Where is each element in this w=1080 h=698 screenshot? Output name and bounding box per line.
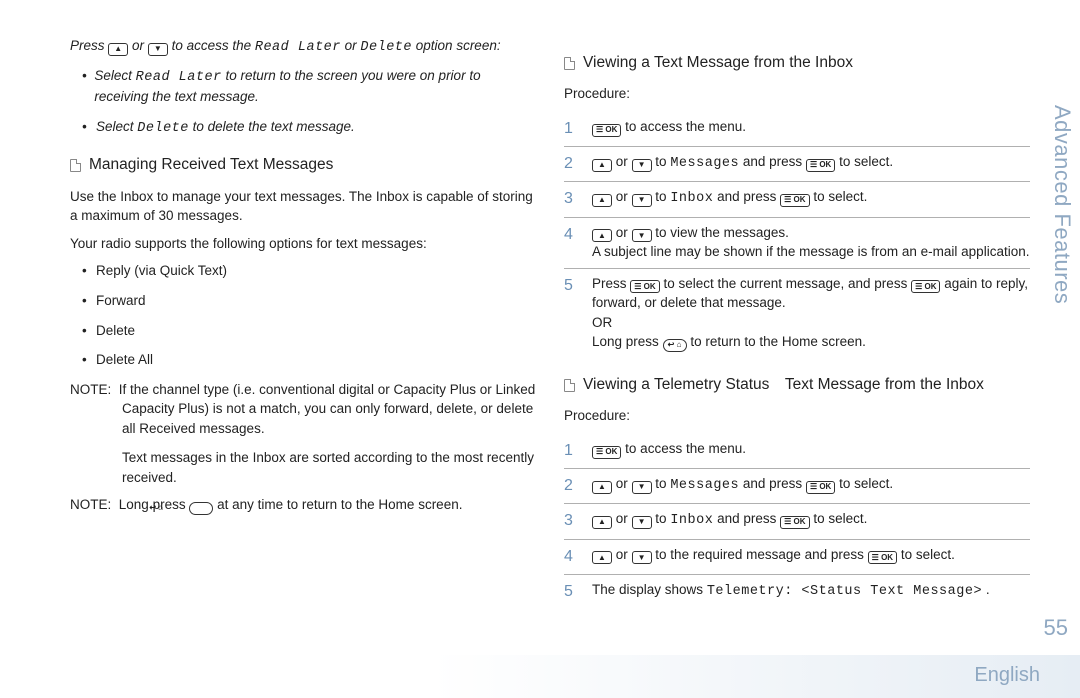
page-body: Press ▲ or ▼ to access the Read Later or… [0, 0, 1080, 640]
language-strip: English [0, 655, 1080, 698]
down-key-icon: ▼ [632, 194, 652, 207]
down-key-icon: ▼ [632, 481, 652, 494]
step-number: 5 [564, 580, 582, 603]
up-key-icon: ▲ [592, 481, 612, 494]
up-key-icon: ▲ [108, 43, 128, 56]
ok-key-icon: ☰ OK [806, 481, 835, 494]
step-row: 5 Press ☰ OK to select the current messa… [564, 269, 1030, 358]
up-key-icon: ▲ [592, 229, 612, 242]
down-key-icon: ▼ [148, 43, 168, 56]
opt-reply: •Reply (via Quick Text) [70, 261, 536, 281]
ok-key-icon: ☰ OK [806, 159, 835, 172]
home-key-icon: ↩ ⌂ [189, 502, 213, 515]
ok-key-icon: ☰ OK [868, 551, 897, 564]
up-key-icon: ▲ [592, 551, 612, 564]
chapter-tab: Advanced Features [1044, 80, 1080, 330]
options-intro: Your radio supports the following option… [70, 234, 536, 254]
step-row: 2 ▲ or ▼ to Messages and press ☰ OK to s… [564, 147, 1030, 182]
step-row: 3 ▲ or ▼ to Inbox and press ☰ OK to sele… [564, 182, 1030, 217]
press-instruction: Press ▲ or ▼ to access the Read Later or… [70, 36, 536, 58]
step-number: 4 [564, 545, 582, 568]
right-column: Viewing a Text Message from the Inbox Pr… [564, 36, 1030, 620]
step-number: 4 [564, 223, 582, 246]
step-row: 5 The display shows Telemetry: <Status T… [564, 575, 1030, 609]
step-number: 1 [564, 117, 582, 140]
bullet-delete: • Select Delete to delete the text messa… [70, 117, 536, 139]
note-1: NOTE: If the channel type (i.e. conventi… [70, 380, 536, 439]
step-number: 3 [564, 509, 582, 532]
language-label: English [974, 664, 1040, 686]
home-key-icon: ↩ ⌂ [663, 339, 687, 352]
procedure-1: 1 ☰ OK to access the menu. 2 ▲ or ▼ to M… [564, 112, 1030, 358]
down-key-icon: ▼ [632, 159, 652, 172]
ok-key-icon: ☰ OK [630, 280, 659, 293]
step-row: 1 ☰ OK to access the menu. [564, 434, 1030, 469]
section-heading: Viewing a Text Message from the Inbox [583, 52, 853, 74]
bullet-read-later: • Select Read Later to return to the scr… [70, 66, 536, 107]
procedure-label: Procedure: [564, 406, 1030, 426]
note-1b: Text messages in the Inbox are sorted ac… [70, 448, 536, 487]
step-number: 2 [564, 474, 582, 497]
ok-key-icon: ☰ OK [592, 124, 621, 137]
step-number: 1 [564, 439, 582, 462]
step-number: 3 [564, 187, 582, 210]
doc-icon [70, 159, 81, 172]
section-viewing-inbox: Viewing a Text Message from the Inbox [564, 52, 1030, 74]
opt-delete: •Delete [70, 321, 536, 341]
left-column: Press ▲ or ▼ to access the Read Later or… [70, 36, 536, 620]
section-heading: Viewing a Telemetry Status Text Message … [583, 374, 984, 396]
section-heading: Managing Received Text Messages [89, 154, 333, 176]
ok-key-icon: ☰ OK [592, 446, 621, 459]
step-row: 4 ▲ or ▼ to view the messages. A subject… [564, 218, 1030, 269]
note-2: NOTE: Long press ↩ ⌂ at any time to retu… [70, 495, 536, 515]
procedure-label: Procedure: [564, 84, 1030, 104]
doc-icon [564, 57, 575, 70]
page-number: 55 [1044, 612, 1068, 644]
inbox-desc: Use the Inbox to manage your text messag… [70, 187, 536, 226]
opt-delete-all: •Delete All [70, 350, 536, 370]
up-key-icon: ▲ [592, 159, 612, 172]
opt-forward: •Forward [70, 291, 536, 311]
section-viewing-telemetry: Viewing a Telemetry Status Text Message … [564, 374, 1030, 396]
section-managing: Managing Received Text Messages [70, 154, 536, 176]
step-row: 2 ▲ or ▼ to Messages and press ☰ OK to s… [564, 469, 1030, 504]
ok-key-icon: ☰ OK [780, 516, 809, 529]
step-row: 3 ▲ or ▼ to Inbox and press ☰ OK to sele… [564, 504, 1030, 539]
step-row: 1 ☰ OK to access the menu. [564, 112, 1030, 147]
doc-icon [564, 379, 575, 392]
ok-key-icon: ☰ OK [780, 194, 809, 207]
down-key-icon: ▼ [632, 551, 652, 564]
down-key-icon: ▼ [632, 516, 652, 529]
step-number: 2 [564, 152, 582, 175]
procedure-2: 1 ☰ OK to access the menu. 2 ▲ or ▼ to M… [564, 434, 1030, 609]
down-key-icon: ▼ [632, 229, 652, 242]
step-row: 4 ▲ or ▼ to the required message and pre… [564, 540, 1030, 575]
chapter-tab-label: Advanced Features [1046, 105, 1078, 304]
step-number: 5 [564, 274, 582, 297]
ok-key-icon: ☰ OK [911, 280, 940, 293]
up-key-icon: ▲ [592, 194, 612, 207]
up-key-icon: ▲ [592, 516, 612, 529]
